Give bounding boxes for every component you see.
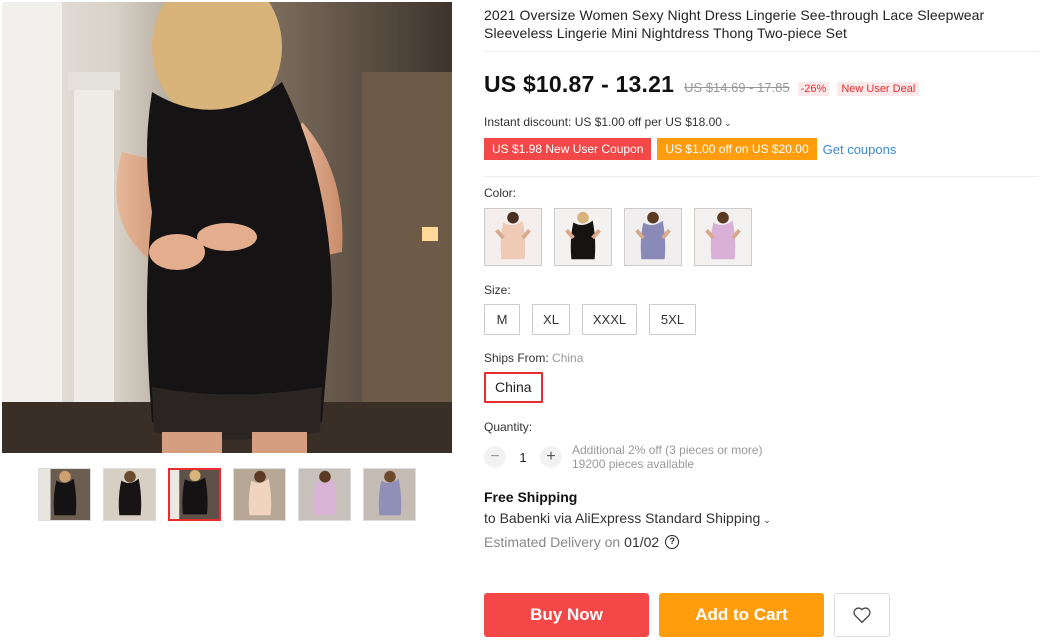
divider [484,51,1039,52]
store-coupon[interactable]: US $1.00 off on US $20.00 [657,138,817,160]
delivery-date: 01/02 [624,534,660,550]
buy-now-button[interactable]: Buy Now [484,593,649,637]
thumbnail[interactable] [363,468,416,521]
shipping-method-text: to Babenki via AliExpress Standard Shipp… [484,510,761,526]
size-option-m[interactable]: M [484,304,520,335]
size-option-xxxl[interactable]: XXXL [582,304,637,335]
help-icon[interactable]: ? [665,535,680,549]
quantity-label: Quantity: [484,420,533,434]
thumbnail[interactable] [103,468,156,521]
color-swatch-black[interactable] [554,208,612,266]
size-option-5xl[interactable]: 5XL [649,304,696,335]
new-user-deal-badge: New User Deal [837,82,920,96]
stock-available: 19200 pieces available [572,457,695,471]
color-swatches [484,208,1039,266]
new-user-coupon[interactable]: US $1.98 New User Coupon [484,138,652,160]
main-product-image[interactable] [2,2,452,453]
color-swatch-purple[interactable] [624,208,682,266]
thumbnail[interactable] [298,468,351,521]
get-coupons-link[interactable]: Get coupons [823,142,897,157]
divider [484,176,1039,177]
color-swatch-nude[interactable] [484,208,542,266]
chevron-down-icon: ⌄ [723,118,732,128]
product-page: 2021 Oversize Women Sexy Night Dress Lin… [0,0,1063,641]
price-row: US $10.87 - 13.21 US $14.69 - 17.85 -26%… [484,71,1039,98]
product-info: 2021 Oversize Women Sexy Night Dress Lin… [484,0,1039,637]
discount-badge: -26% [797,82,830,96]
delivery-label: Estimated Delivery on [484,534,621,550]
chevron-down-icon: ⌄ [763,515,771,525]
color-swatch-pink[interactable] [694,208,752,266]
current-price: US $10.87 - 13.21 [484,71,675,97]
estimated-delivery: Estimated Delivery on 01/02 ? [484,534,1039,550]
add-to-cart-button[interactable]: Add to Cart [659,593,824,637]
color-label: Color: [484,186,517,200]
ships-from-selected: China [552,351,584,365]
instant-discount-text: Instant discount: US $1.00 off per US $1… [484,115,722,129]
original-price: US $14.69 - 17.85 [684,80,790,95]
size-label: Size: [484,283,511,297]
ships-from-label: Ships From: China [484,351,1039,365]
quantity-info: Additional 2% off (3 pieces or more) 192… [572,443,763,471]
free-shipping-title: Free Shipping [484,489,578,505]
quantity-minus-button[interactable]: − [484,446,506,468]
thumbnail[interactable] [233,468,286,521]
coupon-row: US $1.98 New User Coupon US $1.00 off on… [484,138,1039,160]
ships-from-option-china[interactable]: China [484,372,543,403]
quantity-plus-button[interactable]: + [540,446,562,468]
wishlist-button[interactable] [834,593,890,637]
shipping-method[interactable]: to Babenki via AliExpress Standard Shipp… [484,510,1039,526]
instant-discount[interactable]: Instant discount: US $1.00 off per US $1… [484,115,1039,129]
size-option-xl[interactable]: XL [532,304,570,335]
quantity-stepper: − 1 + Additional 2% off (3 pieces or mor… [484,443,1039,471]
size-options: M XL XXXL 5XL [484,304,1039,335]
action-buttons: Buy Now Add to Cart [484,593,890,637]
heart-icon [853,607,871,624]
thumbnail-active[interactable] [168,468,221,521]
bulk-discount-note: Additional 2% off (3 pieces or more) [572,443,763,457]
thumbnail[interactable] [38,468,91,521]
thumbnail-strip [38,468,416,521]
ships-from-label-text: Ships From: [484,351,549,365]
product-title: 2021 Oversize Women Sexy Night Dress Lin… [484,7,985,41]
quantity-input[interactable]: 1 [506,450,540,465]
